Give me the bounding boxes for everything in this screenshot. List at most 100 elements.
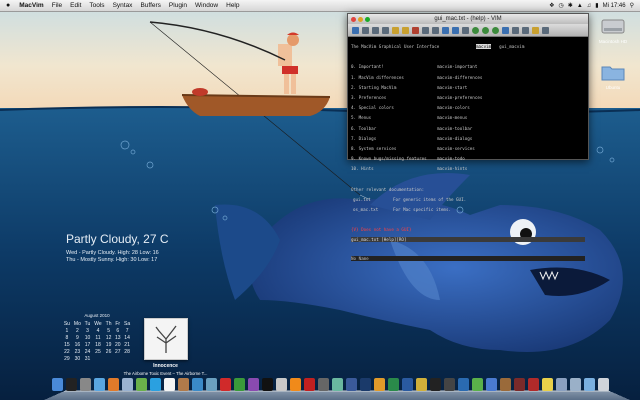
terminal-icon[interactable]: [262, 378, 273, 391]
menu-help[interactable]: Help: [222, 0, 243, 11]
itunes-icon[interactable]: [192, 378, 203, 391]
toc-link[interactable]: macvim-colors: [437, 105, 470, 110]
transmission-icon[interactable]: [304, 378, 315, 391]
make-icon[interactable]: [502, 26, 509, 34]
firefox-icon[interactable]: [108, 378, 119, 391]
menu-file[interactable]: File: [48, 0, 66, 11]
macvim-window[interactable]: gui_mac.txt - (help) - VIM The MacVim Gr: [347, 13, 589, 261]
menu-tools[interactable]: Tools: [85, 0, 108, 11]
save-session-icon[interactable]: [482, 26, 489, 34]
volume-icon[interactable]: ♫: [587, 3, 592, 9]
weather-widget[interactable]: Partly Cloudy, 27 C Wed - Partly Cloudy.…: [66, 232, 169, 264]
textmate-icon[interactable]: [248, 378, 259, 391]
finder-icon[interactable]: [52, 378, 63, 391]
run-script-icon[interactable]: [492, 26, 499, 34]
timemachine-icon[interactable]: ◷: [559, 2, 564, 9]
coda-icon[interactable]: [332, 378, 343, 391]
toc-link[interactable]: macvim-dialogs: [437, 136, 472, 141]
cyberduck-icon[interactable]: [416, 378, 427, 391]
vim-buffer[interactable]: The MacVim Graphical User Interface macvi…: [348, 37, 588, 273]
dreamweaver-icon[interactable]: [388, 378, 399, 391]
desktop-icon-harddisk[interactable]: Macintosh HD: [593, 16, 633, 44]
photobooth-icon[interactable]: [528, 378, 539, 391]
ical-icon[interactable]: [164, 378, 175, 391]
photoshop-icon[interactable]: [360, 378, 371, 391]
doc-link[interactable]: gui.txt: [351, 197, 393, 202]
illustrator-icon[interactable]: [374, 378, 385, 391]
menu-buffers[interactable]: Buffers: [136, 0, 164, 11]
mail-icon[interactable]: [122, 378, 133, 391]
find-icon[interactable]: [442, 26, 449, 34]
adium-icon[interactable]: [136, 378, 147, 391]
dropbox-icon[interactable]: ❖: [549, 2, 554, 9]
spotlight-search-icon[interactable]: ⚲: [630, 2, 634, 9]
save-icon[interactable]: [362, 26, 369, 34]
toc-link[interactable]: macvim-services: [437, 146, 475, 151]
window-titlebar[interactable]: gui_mac.txt - (help) - VIM: [348, 14, 588, 24]
cut-icon[interactable]: [412, 26, 419, 34]
now-playing-widget[interactable]: Innocence The Airborne Toxic Event – The…: [118, 318, 213, 376]
menubar-clock[interactable]: Mi 17:46: [603, 3, 626, 9]
menu-edit[interactable]: Edit: [66, 0, 85, 11]
applications-stack-icon[interactable]: [556, 378, 567, 391]
console-icon[interactable]: [444, 378, 455, 391]
evernote-icon[interactable]: [472, 378, 483, 391]
toc-link[interactable]: macvim-start: [437, 85, 467, 90]
find-next-icon[interactable]: [452, 26, 459, 34]
menu-app-name[interactable]: MacVim: [15, 0, 47, 11]
skype-icon[interactable]: [150, 378, 161, 391]
toc-link[interactable]: macvim-hints: [437, 166, 467, 171]
documents-stack-icon[interactable]: [570, 378, 581, 391]
open-icon[interactable]: [352, 26, 359, 34]
save-all-icon[interactable]: [372, 26, 379, 34]
album-art[interactable]: [143, 318, 188, 360]
find-prev-icon[interactable]: [462, 26, 469, 34]
find-help-icon[interactable]: [542, 26, 549, 34]
address-book-icon[interactable]: [178, 378, 189, 391]
growl-icon[interactable]: [500, 378, 511, 391]
toc-link[interactable]: macvim-important: [437, 64, 477, 69]
vlc-icon[interactable]: [290, 378, 301, 391]
copy-icon[interactable]: [422, 26, 429, 34]
toc-link[interactable]: macvim-preferences: [437, 95, 482, 100]
undo-icon[interactable]: [392, 26, 399, 34]
redo-icon[interactable]: [402, 26, 409, 34]
apple-menu-icon[interactable]: ●: [0, 0, 15, 11]
weather-forecast-line: Thu - Mostly Sunny. High: 30 Low: 17: [66, 257, 158, 263]
stickies-icon[interactable]: [542, 378, 553, 391]
activity-monitor-icon[interactable]: [430, 378, 441, 391]
toc-link[interactable]: macvim-differences: [437, 75, 482, 80]
bluetooth-icon[interactable]: ✱: [568, 2, 573, 9]
wifi-icon[interactable]: ▲: [577, 3, 583, 9]
toc-link[interactable]: macvim-toolbar: [437, 126, 472, 131]
iphoto-icon[interactable]: [206, 378, 217, 391]
tag-jump-icon[interactable]: [522, 26, 529, 34]
system-preferences-icon[interactable]: [80, 378, 91, 391]
downloads-stack-icon[interactable]: [584, 378, 595, 391]
desktop-icon-folder[interactable]: Ubuntu: [593, 62, 633, 90]
safari-icon[interactable]: [94, 378, 105, 391]
print-icon[interactable]: [382, 26, 389, 34]
preview-icon[interactable]: [276, 378, 287, 391]
menu-window[interactable]: Window: [191, 0, 222, 11]
load-session-icon[interactable]: [472, 26, 479, 34]
things-icon[interactable]: [486, 378, 497, 391]
calculator-icon[interactable]: [318, 378, 329, 391]
help-icon[interactable]: [532, 26, 539, 34]
onepassword-icon[interactable]: [402, 378, 413, 391]
macvim-icon[interactable]: [234, 378, 245, 391]
battery-icon[interactable]: ▮: [595, 2, 598, 9]
toc-link[interactable]: macvim-menus: [437, 115, 467, 120]
menu-plugin[interactable]: Plugin: [165, 0, 191, 11]
doc-link[interactable]: os_mac.txt: [351, 207, 393, 212]
run-shell-icon[interactable]: [512, 26, 519, 34]
menu-syntax[interactable]: Syntax: [109, 0, 137, 11]
virtualbox-icon[interactable]: [458, 378, 469, 391]
xcode-icon[interactable]: [346, 378, 357, 391]
last-fm-icon[interactable]: [220, 378, 231, 391]
paste-icon[interactable]: [432, 26, 439, 34]
toc-link[interactable]: macvim-todo: [437, 156, 465, 161]
trash-icon[interactable]: [598, 378, 609, 391]
dashboard-icon[interactable]: [66, 378, 77, 391]
dictionary-icon[interactable]: [514, 378, 525, 391]
